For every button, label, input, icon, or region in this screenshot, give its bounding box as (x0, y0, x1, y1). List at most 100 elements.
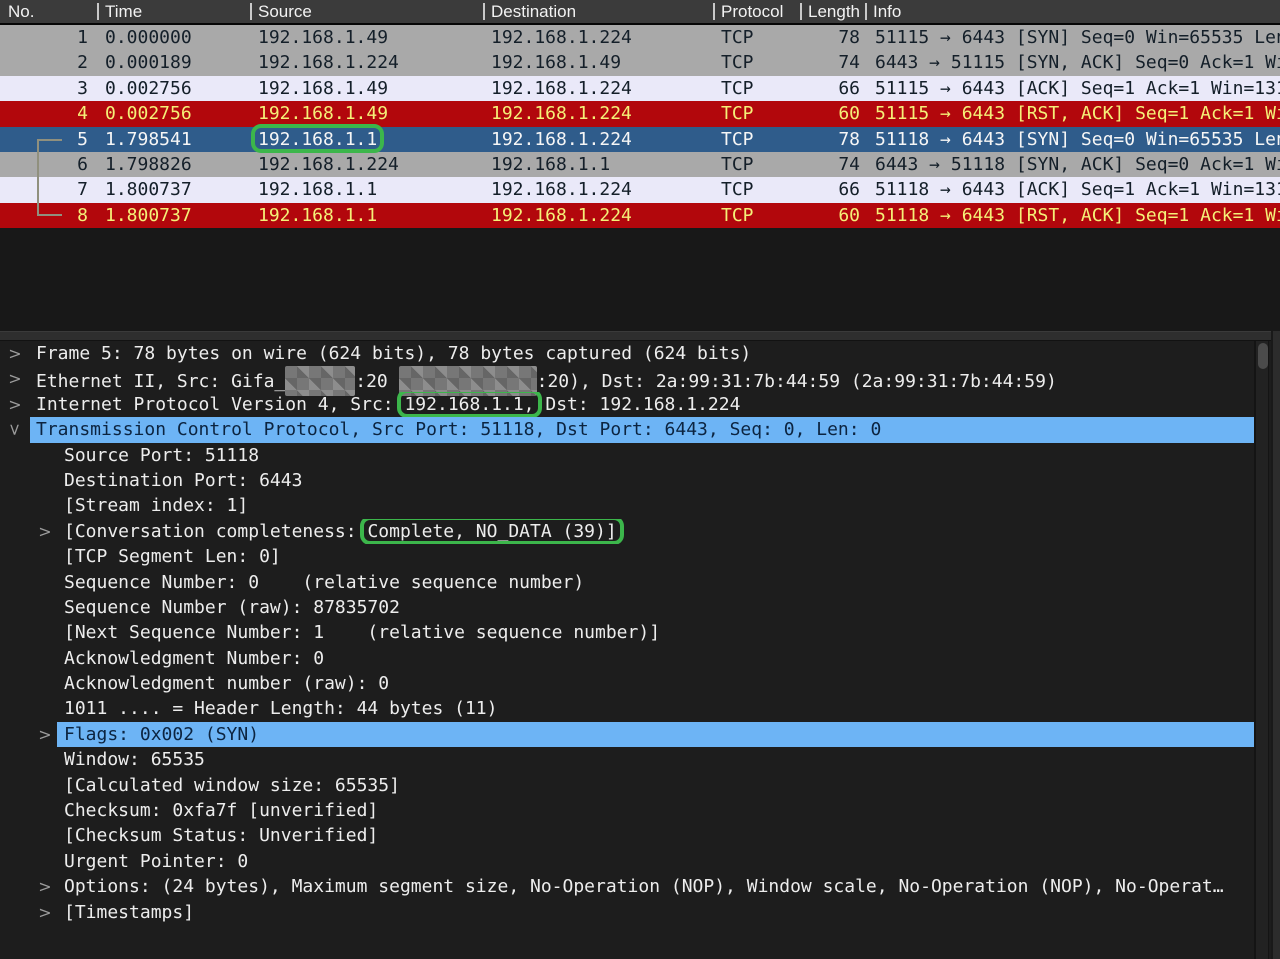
packet-row[interactable]: 51.798541192.168.1.1192.168.1.224TCP7851… (0, 127, 1280, 152)
cell-source: 192.168.1.224 (250, 152, 483, 177)
cell-info: 51115 → 6443 [ACK] Seq=1 Ack=1 Win=13107… (865, 76, 1280, 101)
chevron-down-icon[interactable]: > (2, 421, 27, 439)
detail-line-text: [Checksum Status: Unverified] (64, 823, 1254, 848)
detail-line-text: Source Port: 51118 (64, 443, 1254, 468)
cell-time: 0.002756 (97, 76, 250, 101)
cell-source: 192.168.1.49 (250, 76, 483, 101)
cell-source: 192.168.1.1 (250, 127, 483, 152)
packet-row[interactable]: 40.002756192.168.1.49192.168.1.224TCP605… (0, 101, 1280, 126)
cell-destination: 192.168.1.49 (483, 50, 713, 75)
detail-line[interactable]: > [Timestamps] (0, 900, 1280, 925)
detail-line-text: Internet Protocol Version 4, Src: 192.16… (36, 392, 1254, 417)
detail-line[interactable]: >Ethernet II, Src: Gifa_:20 :20), Dst: 2… (0, 366, 1280, 391)
detail-line[interactable]: >Frame 5: 78 bytes on wire (624 bits), 7… (0, 341, 1280, 366)
detail-line[interactable]: Sequence Number: 0 (relative sequence nu… (0, 570, 1280, 595)
detail-line[interactable]: Acknowledgment number (raw): 0 (0, 671, 1280, 696)
detail-line-text: [Stream index: 1] (64, 493, 1254, 518)
detail-line[interactable]: >Transmission Control Protocol, Src Port… (0, 417, 1280, 442)
conversation-bracket (37, 139, 62, 216)
column-header-no[interactable]: No. (0, 0, 97, 23)
column-header-time[interactable]: Time (97, 0, 250, 23)
cell-time: 1.798826 (97, 152, 250, 177)
detail-line-text: Sequence Number: 0 (relative sequence nu… (64, 570, 1254, 595)
cell-no: 2 (0, 50, 97, 75)
column-header-info[interactable]: Info (865, 0, 1280, 23)
detail-line[interactable]: >[Conversation completeness: Complete, N… (0, 519, 1280, 544)
chevron-right-icon[interactable]: > (6, 392, 24, 417)
chevron-right-icon[interactable]: > (36, 900, 54, 925)
detail-line[interactable]: Sequence Number (raw): 87835702 (0, 595, 1280, 620)
cell-info: 51115 → 6443 [RST, ACK] Seq=1 Ack=1 Win=… (865, 101, 1280, 126)
details-scrollbar-thumb[interactable] (1258, 343, 1268, 369)
packet-list-empty-area (0, 228, 1280, 331)
cell-info: 51115 → 6443 [SYN] Seq=0 Win=65535 Len=0 (865, 25, 1280, 50)
cell-info: 6443 → 51118 [SYN, ACK] Seq=0 Ack=1 Win=… (865, 152, 1280, 177)
chevron-right-icon[interactable]: > (6, 366, 24, 391)
chevron-right-icon[interactable]: > (36, 722, 54, 747)
detail-line-text: Options: (24 bytes), Maximum segment siz… (64, 874, 1254, 899)
detail-line[interactable]: Source Port: 51118 (0, 443, 1280, 468)
detail-line-text: Acknowledgment Number: 0 (64, 646, 1254, 671)
detail-line-text: Sequence Number (raw): 87835702 (64, 595, 1254, 620)
packet-rows: 10.000000192.168.1.49192.168.1.224TCP785… (0, 25, 1280, 228)
chevron-right-icon[interactable]: > (36, 519, 54, 544)
cell-info: 51118 → 6443 [ACK] Seq=1 Ack=1 Win=13107… (865, 177, 1280, 202)
cell-time: 1.800737 (97, 203, 250, 228)
packet-row[interactable]: 10.000000192.168.1.49192.168.1.224TCP785… (0, 25, 1280, 50)
detail-line-text: Urgent Pointer: 0 (64, 849, 1254, 874)
chevron-right-icon[interactable]: > (6, 341, 24, 366)
detail-line-text: 1011 .... = Header Length: 44 bytes (11) (64, 696, 1254, 721)
packet-row[interactable]: 61.798826192.168.1.224192.168.1.1TCP7464… (0, 152, 1280, 177)
detail-line-text: Acknowledgment number (raw): 0 (64, 671, 1254, 696)
cell-source: 192.168.1.224 (250, 50, 483, 75)
detail-line[interactable]: Destination Port: 6443 (0, 468, 1280, 493)
column-header-protocol[interactable]: Protocol (713, 0, 800, 23)
cell-length: 78 (800, 127, 865, 152)
cell-protocol: TCP (713, 76, 800, 101)
detail-line-text: [Timestamps] (64, 900, 1254, 925)
cell-length: 66 (800, 76, 865, 101)
detail-line-text: Window: 65535 (64, 747, 1254, 772)
cell-destination: 192.168.1.224 (483, 177, 713, 202)
detail-line[interactable]: Acknowledgment Number: 0 (0, 646, 1280, 671)
packet-list: No. Time Source Destination Protocol Len… (0, 0, 1280, 228)
annotation-green-box: 192.168.1.1 (258, 127, 377, 152)
packet-details-pane: >Frame 5: 78 bytes on wire (624 bits), 7… (0, 341, 1280, 959)
cell-protocol: TCP (713, 127, 800, 152)
packet-row[interactable]: 71.800737192.168.1.1192.168.1.224TCP6651… (0, 177, 1280, 202)
detail-line[interactable]: >Flags: 0x002 (SYN) (0, 722, 1280, 747)
cell-protocol: TCP (713, 152, 800, 177)
column-header-length[interactable]: Length (800, 0, 865, 23)
detail-line[interactable]: [Next Sequence Number: 1 (relative seque… (0, 620, 1280, 645)
detail-line[interactable]: Urgent Pointer: 0 (0, 849, 1280, 874)
cell-no: 1 (0, 25, 97, 50)
cell-destination: 192.168.1.224 (483, 76, 713, 101)
cell-info: 51118 → 6443 [RST, ACK] Seq=1 Ack=1 Win=… (865, 203, 1280, 228)
details-scrollbar[interactable] (1254, 341, 1269, 959)
packet-row[interactable]: 81.800737192.168.1.1192.168.1.224TCP6051… (0, 203, 1280, 228)
pane-splitter[interactable] (0, 331, 1280, 341)
right-edge-strip (1271, 331, 1280, 959)
packet-row[interactable]: 30.002756192.168.1.49192.168.1.224TCP665… (0, 76, 1280, 101)
detail-line[interactable]: > Options: (24 bytes), Maximum segment si… (0, 874, 1280, 899)
column-header-source[interactable]: Source (250, 0, 483, 23)
packet-list-header: No. Time Source Destination Protocol Len… (0, 0, 1280, 25)
packet-row[interactable]: 20.000189192.168.1.224192.168.1.49TCP746… (0, 50, 1280, 75)
column-header-destination[interactable]: Destination (483, 0, 713, 23)
cell-destination: 192.168.1.224 (483, 25, 713, 50)
detail-line[interactable]: [TCP Segment Len: 0] (0, 544, 1280, 569)
detail-line[interactable]: > Internet Protocol Version 4, Src: 192.1… (0, 392, 1280, 417)
annotation-green-box: 192.168.1.1, (404, 392, 534, 417)
detail-line[interactable]: Window: 65535 (0, 747, 1280, 772)
detail-line[interactable]: [Stream index: 1] (0, 493, 1280, 518)
detail-line-text: Destination Port: 6443 (64, 468, 1254, 493)
detail-line[interactable]: 1011 .... = Header Length: 44 bytes (11) (0, 696, 1280, 721)
cell-length: 60 (800, 203, 865, 228)
cell-info: 51118 → 6443 [SYN] Seq=0 Win=65535 Len=0 (865, 127, 1280, 152)
detail-line[interactable]: [Calculated window size: 65535] (0, 773, 1280, 798)
cell-no: 4 (0, 101, 97, 126)
cell-protocol: TCP (713, 25, 800, 50)
detail-line[interactable]: Checksum: 0xfa7f [unverified] (0, 798, 1280, 823)
detail-line[interactable]: [Checksum Status: Unverified] (0, 823, 1280, 848)
chevron-right-icon[interactable]: > (36, 874, 54, 899)
